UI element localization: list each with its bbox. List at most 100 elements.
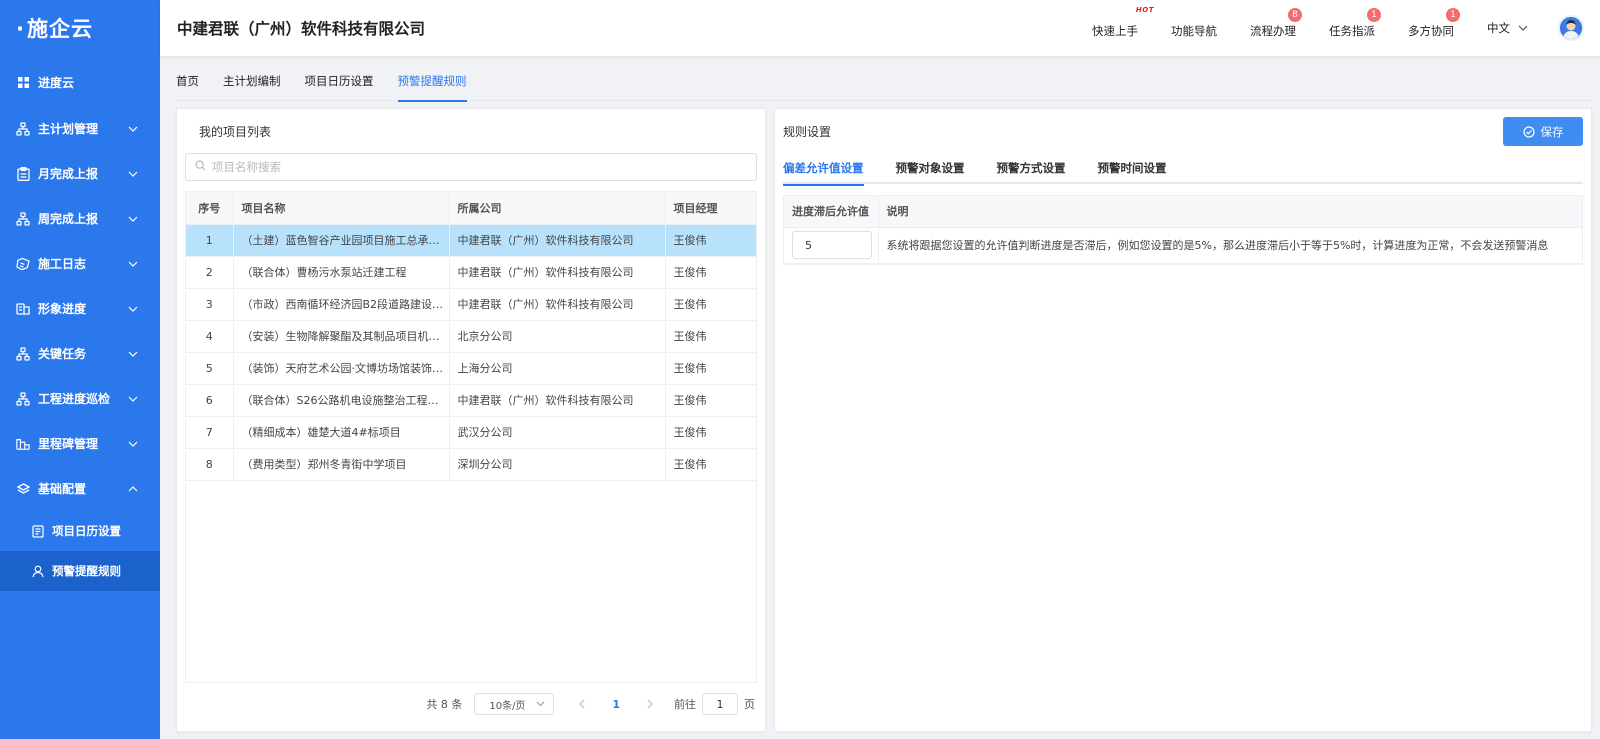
feature-nav-link[interactable]: 功能导航 <box>1171 23 1217 39</box>
collaboration-link[interactable]: 多方协同 1 <box>1408 8 1460 39</box>
chevron-down-icon <box>536 699 545 710</box>
table-row[interactable]: 4 （安装）生物降解聚酯及其制品项目机电安装工程 北京分公司 王俊伟 <box>186 320 756 353</box>
row-index: 5 <box>186 352 234 385</box>
chevron-down-icon <box>128 259 138 269</box>
link-label: 流程办理 <box>1250 24 1296 38</box>
sidebar-item-label: 关键任务 <box>38 347 87 361</box>
manager-cell: 王俊伟 <box>665 384 756 417</box>
sidebar-item-label: 施工日志 <box>38 257 87 271</box>
manager-cell: 王俊伟 <box>665 352 756 385</box>
table-row[interactable]: 7 （精细成本）雄楚大道4#标项目 武汉分公司 王俊伟 <box>186 416 756 449</box>
page-size-label: 10条/页 <box>489 700 526 712</box>
search-input[interactable] <box>212 160 732 174</box>
sidebar-subitem-warning-rules[interactable]: 预警提醒规则 <box>0 551 160 591</box>
tolerance-input[interactable] <box>792 231 872 259</box>
avatar[interactable] <box>1558 15 1584 41</box>
language-selector[interactable]: 中文 <box>1487 20 1528 36</box>
company-cell: 中建君联（广州）软件科技有限公司 <box>449 384 666 417</box>
goto-label: 前往 <box>674 698 696 711</box>
project-name: （精细成本）雄楚大道4#标项目 <box>233 416 450 449</box>
task-assign-link[interactable]: 任务指派 1 <box>1329 8 1381 39</box>
user-icon <box>32 565 45 578</box>
company-cell: 北京分公司 <box>449 320 666 353</box>
sidebar-item-construction-log[interactable]: 施工日志 <box>0 241 160 286</box>
workflow-link[interactable]: 流程办理 8 <box>1250 8 1302 39</box>
chevron-down-icon <box>128 304 138 314</box>
table-row: 系统将跟据您设置的允许值判断进度是否滞后，例如您设置的是5%，那么进度滞后小于等… <box>784 227 1582 264</box>
row-index: 1 <box>186 224 234 257</box>
save-button[interactable]: 保存 <box>1503 117 1583 146</box>
sidebar-item-label: 月完成上报 <box>38 167 99 181</box>
table-row[interactable]: 8 （费用类型）郑州冬青街中学项目 深圳分公司 王俊伟 <box>186 448 756 481</box>
row-index: 4 <box>186 320 234 353</box>
table-header-row: 序号 项目名称 所属公司 项目经理 <box>186 192 756 225</box>
sidebar-item-label: 进度云 <box>38 75 75 90</box>
next-page-button[interactable] <box>642 699 658 709</box>
milestone-icon <box>16 437 30 451</box>
chevron-down-icon <box>128 124 138 134</box>
column-header: 项目经理 <box>665 192 756 225</box>
subtab-target[interactable]: 预警对象设置 <box>896 157 965 184</box>
project-table: 序号 项目名称 所属公司 项目经理 1 （土建）蓝色智谷产业园项目施工总承包工程… <box>185 191 757 683</box>
project-name: （土建）蓝色智谷产业园项目施工总承包工程 <box>233 224 450 257</box>
chevron-down-icon <box>128 214 138 224</box>
tab-master-plan[interactable]: 主计划编制 <box>223 62 281 101</box>
goto-page-input[interactable] <box>702 693 738 715</box>
sidebar-item-base-config[interactable]: 基础配置 <box>0 466 160 511</box>
manager-cell: 王俊伟 <box>665 416 756 449</box>
subtab-time[interactable]: 预警时间设置 <box>1098 157 1167 184</box>
sidebar: 施企云 进度云 主计划管理 月完成上报 周完成上报 施工日志 <box>0 0 160 739</box>
project-name: （费用类型）郑州冬青街中学项目 <box>233 448 450 481</box>
table-row[interactable]: 2 （联合体）曹杨污水泵站迁建工程 中建君联（广州）软件科技有限公司 王俊伟 <box>186 256 756 289</box>
sidebar-subitem-label: 项目日历设置 <box>52 524 121 538</box>
sidebar-item-progress-cloud[interactable]: 进度云 <box>0 58 160 106</box>
page-tabs: 首页 主计划编制 项目日历设置 预警提醒规则 <box>176 62 1592 102</box>
chevron-down-icon <box>128 394 138 404</box>
check-circle-icon <box>1522 125 1535 138</box>
column-header: 项目名称 <box>233 192 450 225</box>
org-chart-icon <box>16 211 30 226</box>
company-cell: 深圳分公司 <box>449 448 666 481</box>
notification-badge: 1 <box>1367 8 1381 22</box>
sidebar-item-progress-inspection[interactable]: 工程进度巡检 <box>0 376 160 421</box>
sidebar-item-master-plan[interactable]: 主计划管理 <box>0 106 160 151</box>
table-row[interactable]: 1 （土建）蓝色智谷产业园项目施工总承包工程 中建君联（广州）软件科技有限公司 … <box>186 224 756 257</box>
quick-start-link[interactable]: 快速上手 HOT <box>1092 6 1153 39</box>
link-label: 功能导航 <box>1171 24 1217 38</box>
notification-badge: 8 <box>1288 8 1302 22</box>
rule-subtabs: 偏差允许值设置 预警对象设置 预警方式设置 预警时间设置 <box>783 157 1583 186</box>
project-name: （联合体）S26公路机电设施整治工程项目 <box>233 384 450 417</box>
page-number[interactable]: 1 <box>612 698 620 711</box>
table-row[interactable]: 3 （市政）西南循环经济园B2段道路建设工程 中建君联（广州）软件科技有限公司 … <box>186 288 756 321</box>
tab-warning-rules[interactable]: 预警提醒规则 <box>397 62 467 102</box>
tab-home[interactable]: 首页 <box>176 62 199 101</box>
company-cell: 中建君联（广州）软件科技有限公司 <box>449 288 666 321</box>
sidebar-subitem-calendar[interactable]: 项目日历设置 <box>0 511 160 551</box>
chevron-down-icon <box>128 169 138 179</box>
tolerance-table: 进度滞后允许值 说明 系统将跟据您设置的允许值判断进度是否滞后，例如您设置的是5… <box>783 195 1583 265</box>
subtab-method[interactable]: 预警方式设置 <box>997 157 1066 184</box>
table-row[interactable]: 5 （装饰）天府艺术公园·文博坊场馆装饰工程 上海分公司 王俊伟 <box>186 352 756 385</box>
logo[interactable]: 施企云 <box>0 0 160 56</box>
diary-icon <box>16 257 30 271</box>
sidebar-subitem-label: 预警提醒规则 <box>52 564 121 578</box>
company-cell: 上海分公司 <box>449 352 666 385</box>
subtab-tolerance[interactable]: 偏差允许值设置 <box>783 157 864 186</box>
search-icon <box>195 160 206 174</box>
layers-icon <box>16 482 30 496</box>
sidebar-item-label: 工程进度巡检 <box>38 392 111 406</box>
tab-calendar[interactable]: 项目日历设置 <box>305 62 374 101</box>
sidebar-item-image-progress[interactable]: 形象进度 <box>0 286 160 331</box>
chevron-up-icon <box>128 484 138 494</box>
row-index: 8 <box>186 448 234 481</box>
sidebar-item-key-tasks[interactable]: 关键任务 <box>0 331 160 376</box>
sidebar-nav: 主计划管理 月完成上报 周完成上报 施工日志 形象进度 关键任务 工程进度巡检 … <box>0 106 160 591</box>
sidebar-item-milestones[interactable]: 里程碑管理 <box>0 421 160 466</box>
chevron-down-icon <box>128 349 138 359</box>
table-row[interactable]: 6 （联合体）S26公路机电设施整治工程项目 中建君联（广州）软件科技有限公司 … <box>186 384 756 417</box>
sidebar-item-weekly-report[interactable]: 周完成上报 <box>0 196 160 241</box>
page-size-select[interactable]: 10条/页 <box>474 693 555 715</box>
sidebar-item-monthly-report[interactable]: 月完成上报 <box>0 151 160 196</box>
column-header: 说明 <box>878 196 1582 228</box>
prev-page-button[interactable] <box>574 699 590 709</box>
